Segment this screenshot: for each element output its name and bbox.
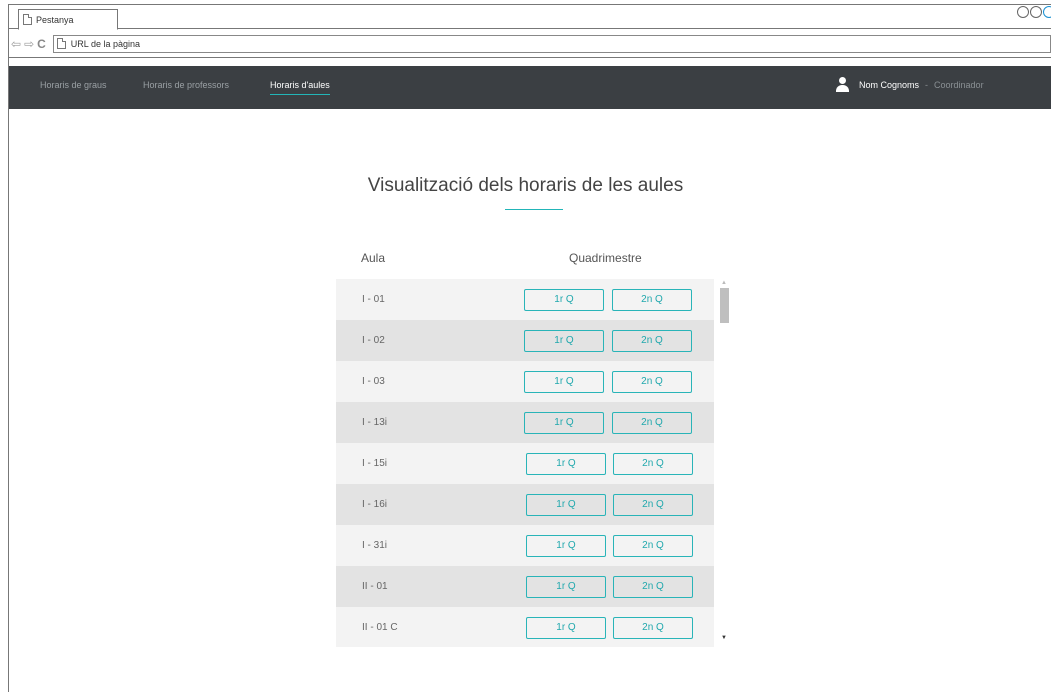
second-term-button[interactable]: 2n Q xyxy=(612,412,692,434)
minimize-circle-icon[interactable] xyxy=(1017,6,1029,18)
first-term-button[interactable]: 1r Q xyxy=(526,617,606,639)
list-item: II - 01 C 1r Q 2n Q xyxy=(336,607,714,647)
list-item: I - 31i 1r Q 2n Q xyxy=(336,525,714,566)
address-bar: ⇦ ⇨ C URL de la pàgina xyxy=(9,30,1051,58)
list-item: II - 01 1r Q 2n Q xyxy=(336,566,714,607)
list-item: I - 01 1r Q 2n Q xyxy=(336,279,714,320)
second-term-button[interactable]: 2n Q xyxy=(613,535,693,557)
room-label: I - 03 xyxy=(362,376,385,387)
second-term-button[interactable]: 2n Q xyxy=(612,289,692,311)
room-label: II - 01 C xyxy=(362,622,398,633)
user-name: Nom Cognoms xyxy=(859,79,920,90)
room-label: I - 02 xyxy=(362,335,385,346)
list-item: I - 13i 1r Q 2n Q xyxy=(336,402,714,443)
first-term-button[interactable]: 1r Q xyxy=(524,289,604,311)
tab-strip: Pestanya xyxy=(9,5,1051,30)
url-text: URL de la pàgina xyxy=(70,38,141,49)
window-controls xyxy=(1017,6,1051,18)
maximize-circle-icon[interactable] xyxy=(1030,6,1042,18)
second-term-button[interactable]: 2n Q xyxy=(612,371,692,393)
list-item: I - 03 1r Q 2n Q xyxy=(336,361,714,402)
top-navbar: Horaris de graus Horaris de professors H… xyxy=(9,66,1051,109)
page-icon xyxy=(56,38,66,49)
first-term-button[interactable]: 1r Q xyxy=(524,371,604,393)
forward-arrow-icon[interactable]: ⇨ xyxy=(24,38,34,50)
column-header-aula: Aula xyxy=(361,251,386,265)
room-label: I - 01 xyxy=(362,294,385,305)
first-term-button[interactable]: 1r Q xyxy=(524,412,604,434)
list-item: I - 15i 1r Q 2n Q xyxy=(336,443,714,484)
close-circle-icon[interactable] xyxy=(1043,6,1051,18)
column-header-quadrimestre: Quadrimestre xyxy=(569,251,642,265)
first-term-button[interactable]: 1r Q xyxy=(526,576,606,598)
user-separator: - xyxy=(925,79,929,90)
nav-link-horaris-graus[interactable]: Horaris de graus xyxy=(40,80,107,94)
scroll-thumb[interactable] xyxy=(720,288,729,323)
nav-link-horaris-professors[interactable]: Horaris de professors xyxy=(143,80,229,94)
second-term-button[interactable]: 2n Q xyxy=(613,617,693,639)
user-role: Coordinador xyxy=(934,79,984,90)
user-icon xyxy=(836,77,849,92)
title-underline xyxy=(505,209,563,210)
first-term-button[interactable]: 1r Q xyxy=(526,535,606,557)
nav-link-horaris-aules[interactable]: Horaris d'aules xyxy=(270,80,330,95)
first-term-button[interactable]: 1r Q xyxy=(526,494,606,516)
url-field[interactable]: URL de la pàgina xyxy=(52,34,1051,53)
second-term-button[interactable]: 2n Q xyxy=(612,330,692,352)
page-title: Visualització dels horaris de les aules xyxy=(367,175,684,196)
second-term-button[interactable]: 2n Q xyxy=(613,453,693,475)
first-term-button[interactable]: 1r Q xyxy=(526,453,606,475)
room-label: I - 13i xyxy=(362,417,388,428)
page-icon xyxy=(23,14,32,25)
tab-title: Pestanya xyxy=(36,14,74,25)
room-label: I - 16i xyxy=(362,499,388,510)
user-menu[interactable]: Nom Cognoms - Coordinador xyxy=(836,77,984,92)
scroll-down-arrow-icon[interactable]: ▼ xyxy=(721,635,727,641)
second-term-button[interactable]: 2n Q xyxy=(613,494,693,516)
list-item: I - 16i 1r Q 2n Q xyxy=(336,484,714,525)
second-term-button[interactable]: 2n Q xyxy=(613,576,693,598)
room-label: I - 15i xyxy=(362,458,388,469)
classroom-list: I - 01 1r Q 2n Q I - 02 1r Q 2n Q I - 03… xyxy=(336,279,731,647)
list-item: I - 02 1r Q 2n Q xyxy=(336,320,714,361)
list-scrollbar[interactable]: ▲ ▼ xyxy=(718,279,731,647)
scroll-up-arrow-icon[interactable]: ▲ xyxy=(721,280,727,286)
browser-tab[interactable]: Pestanya xyxy=(18,9,118,30)
room-label: I - 31i xyxy=(362,540,388,551)
room-label: II - 01 xyxy=(362,581,388,592)
back-arrow-icon[interactable]: ⇦ xyxy=(11,38,21,50)
reload-icon[interactable]: C xyxy=(37,37,46,51)
first-term-button[interactable]: 1r Q xyxy=(524,330,604,352)
